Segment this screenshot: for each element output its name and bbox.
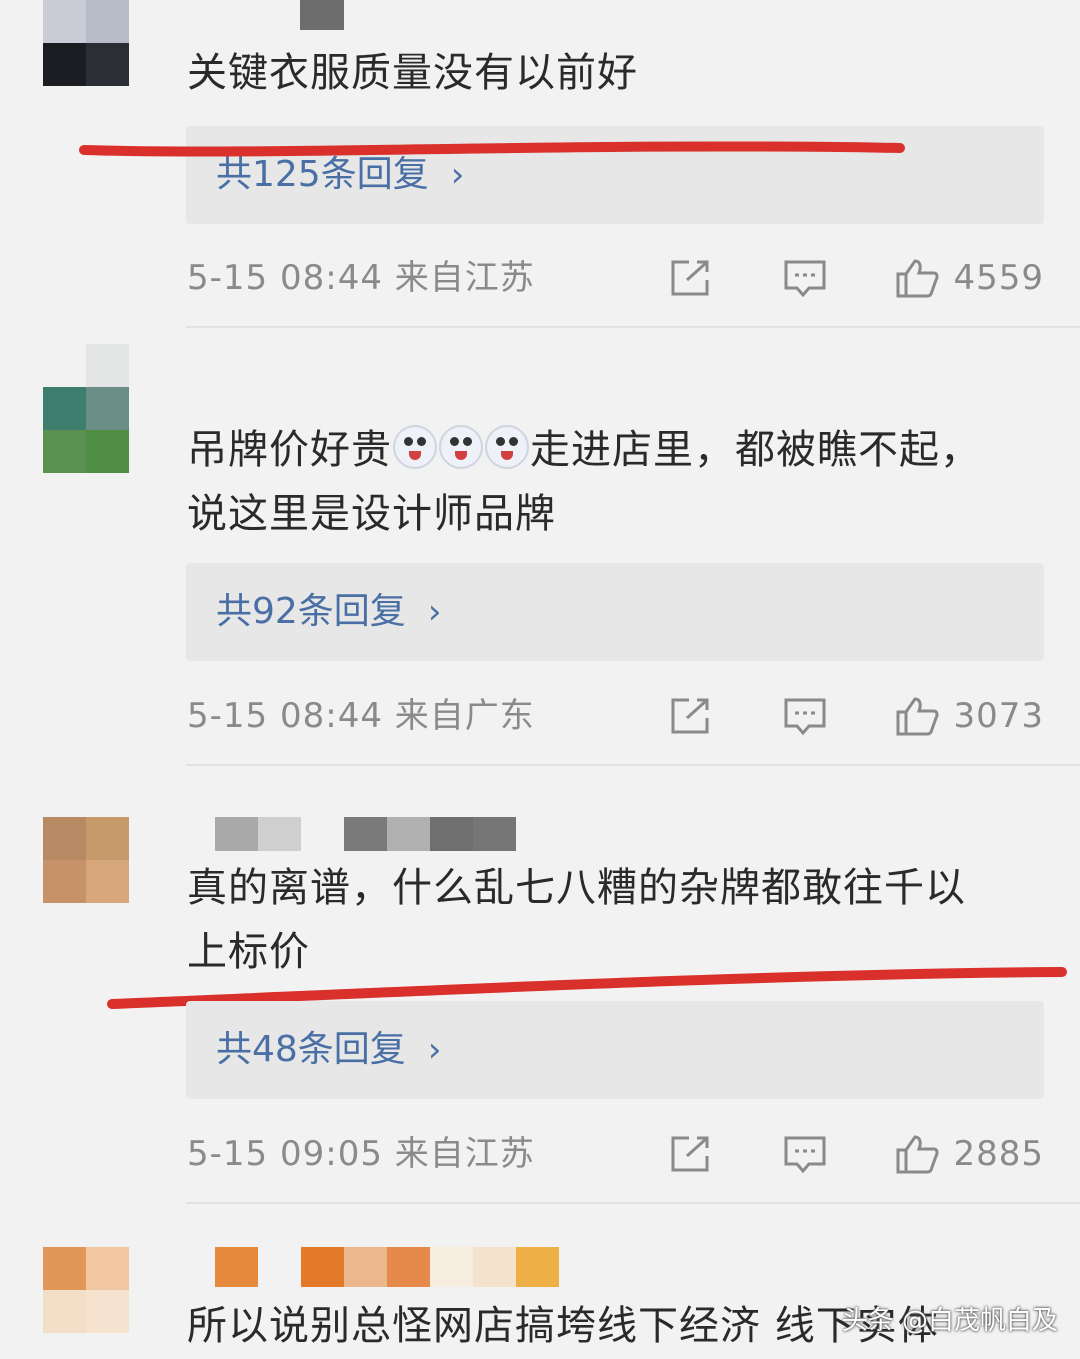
like-icon[interactable] bbox=[895, 696, 939, 736]
comment-text: 所以说别总怪网店搞垮线下经济 线下实体 bbox=[187, 1303, 939, 1349]
avatar[interactable] bbox=[43, 344, 129, 473]
avatar[interactable] bbox=[43, 0, 129, 86]
avatar[interactable] bbox=[43, 817, 129, 903]
comment-text: 吊牌价好贵 走进店里，都被瞧不起， bbox=[187, 425, 981, 473]
timestamp: 5-15 08:44 bbox=[187, 258, 383, 298]
share-icon[interactable] bbox=[669, 1134, 713, 1174]
like-count: 4559 bbox=[953, 258, 1044, 298]
location: 来自广东 bbox=[394, 696, 535, 736]
reply-count-link[interactable]: 共48条回复 › bbox=[216, 1001, 441, 1099]
comment-text: 关键衣服质量没有以前好 bbox=[187, 50, 638, 96]
share-icon[interactable] bbox=[669, 258, 713, 298]
comment-icon[interactable] bbox=[783, 1134, 827, 1174]
chevron-right-icon: › bbox=[427, 1030, 442, 1070]
location: 来自江苏 bbox=[394, 258, 535, 298]
comment-icon[interactable] bbox=[783, 258, 827, 298]
username-blurred bbox=[301, 1247, 559, 1287]
surprised-face-icon bbox=[485, 425, 529, 469]
comment-meta: 5-15 08:44 来自江苏 4559 bbox=[187, 248, 1044, 308]
like-icon[interactable] bbox=[895, 258, 939, 298]
reply-box[interactable]: 共48条回复 › bbox=[186, 1001, 1044, 1099]
username-blurred bbox=[344, 817, 516, 851]
reply-count-link[interactable]: 共92条回复 › bbox=[216, 563, 441, 661]
avatar[interactable] bbox=[43, 1247, 129, 1356]
reply-box[interactable]: 共92条回复 › bbox=[186, 563, 1044, 661]
surprised-face-icon bbox=[393, 425, 437, 469]
username-blurred bbox=[215, 1247, 258, 1287]
comment-text-line-2: 说这里是设计师品牌 bbox=[187, 491, 556, 537]
username-blurred bbox=[215, 817, 301, 851]
divider bbox=[186, 764, 1080, 766]
comment-icon[interactable] bbox=[783, 696, 827, 736]
surprised-face-icon bbox=[439, 425, 483, 469]
comment-meta: 5-15 08:44 来自广东 3073 bbox=[187, 686, 1044, 746]
chevron-right-icon: › bbox=[427, 592, 442, 632]
like-count: 3073 bbox=[953, 696, 1044, 736]
location: 来自江苏 bbox=[394, 1134, 535, 1174]
username-blurred bbox=[300, 0, 344, 30]
like-icon[interactable] bbox=[895, 1134, 939, 1174]
comment-meta: 5-15 09:05 来自江苏 2885 bbox=[187, 1124, 1044, 1184]
divider bbox=[186, 1202, 1080, 1204]
timestamp: 5-15 09:05 bbox=[187, 1134, 383, 1174]
watermark: 头条 @白茂帆白及 bbox=[841, 1306, 1058, 1336]
divider bbox=[186, 326, 1080, 328]
red-underline bbox=[79, 141, 905, 157]
like-count: 2885 bbox=[953, 1134, 1044, 1174]
comment-text: 真的离谱，什么乱七八糟的杂牌都敢往千以 bbox=[187, 865, 966, 911]
timestamp: 5-15 08:44 bbox=[187, 696, 383, 736]
share-icon[interactable] bbox=[669, 696, 713, 736]
